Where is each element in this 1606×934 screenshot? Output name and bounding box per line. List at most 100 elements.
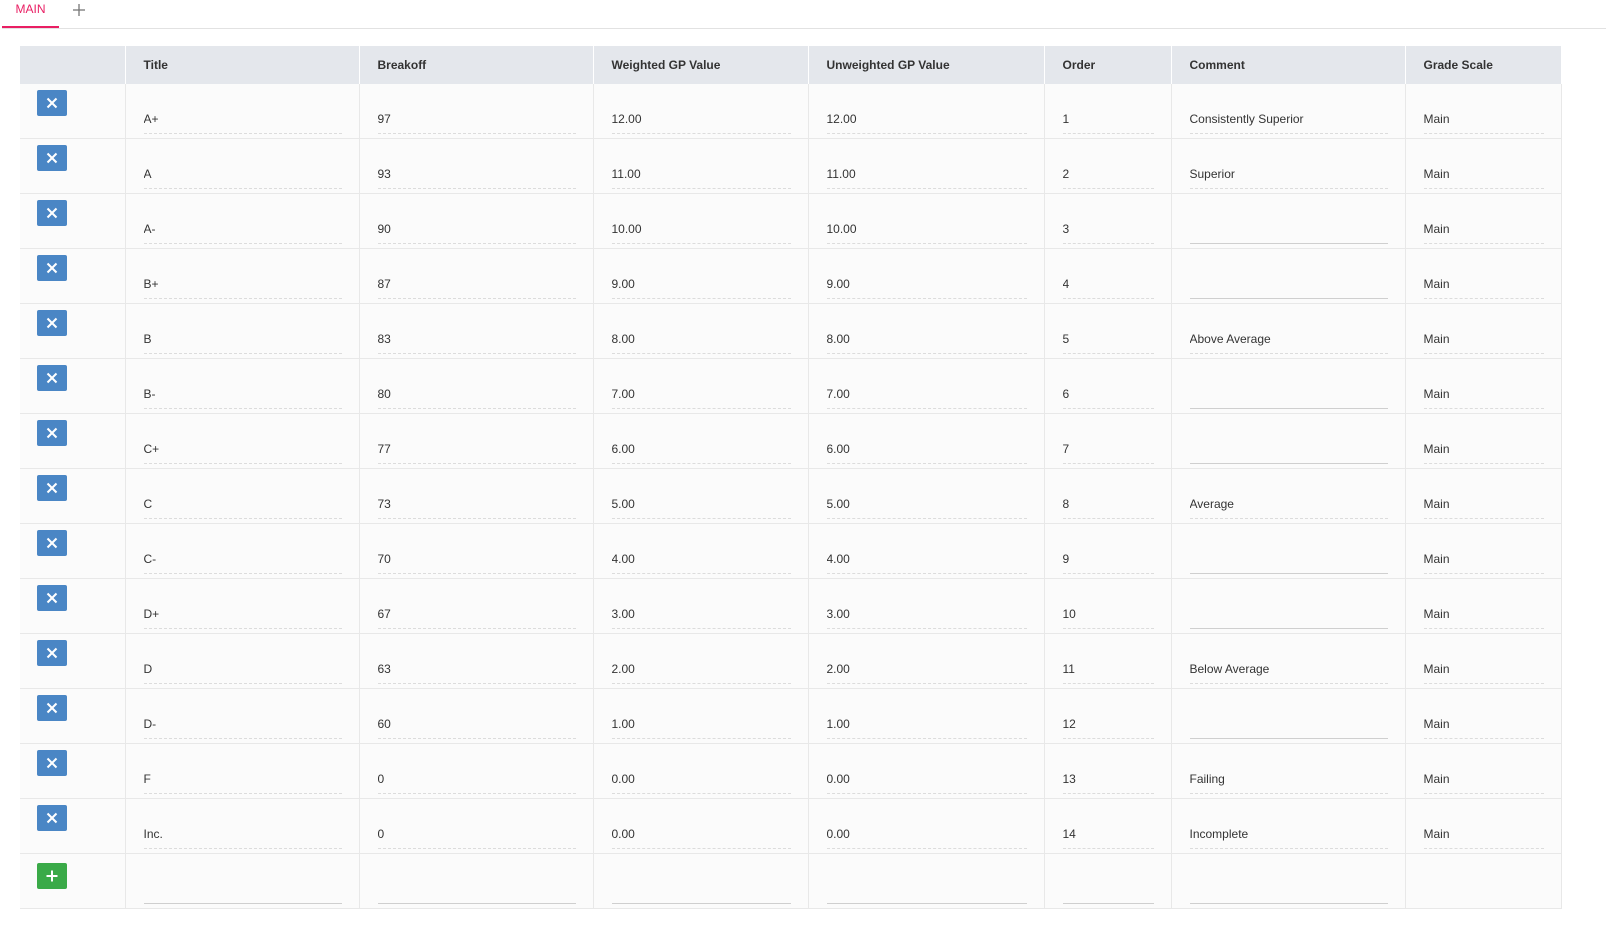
new-order-input[interactable] [1062, 875, 1154, 904]
add-tab-button[interactable] [72, 0, 90, 20]
breakoff-field[interactable]: 80 [377, 380, 576, 409]
grade-scale-field[interactable]: Main [1423, 820, 1544, 849]
new-title-input[interactable] [143, 875, 342, 904]
comment-field[interactable]: Average [1189, 490, 1388, 519]
breakoff-field[interactable]: 93 [377, 160, 576, 189]
comment-field[interactable] [1189, 435, 1388, 464]
weighted-gp-field[interactable]: 10.00 [611, 215, 791, 244]
title-field[interactable]: Inc. [143, 820, 342, 849]
unweighted-gp-field[interactable]: 4.00 [826, 545, 1027, 574]
weighted-gp-field[interactable]: 1.00 [611, 710, 791, 739]
breakoff-field[interactable]: 0 [377, 820, 576, 849]
delete-row-button[interactable] [37, 695, 67, 721]
title-field[interactable]: A- [143, 215, 342, 244]
unweighted-gp-field[interactable]: 0.00 [826, 820, 1027, 849]
breakoff-field[interactable]: 90 [377, 215, 576, 244]
weighted-gp-field[interactable]: 2.00 [611, 655, 791, 684]
breakoff-field[interactable]: 0 [377, 765, 576, 794]
order-field[interactable]: 8 [1062, 490, 1154, 519]
breakoff-field[interactable]: 97 [377, 105, 576, 134]
breakoff-field[interactable]: 67 [377, 600, 576, 629]
unweighted-gp-field[interactable]: 2.00 [826, 655, 1027, 684]
weighted-gp-field[interactable]: 8.00 [611, 325, 791, 354]
delete-row-button[interactable] [37, 750, 67, 776]
new-weighted-input[interactable] [611, 875, 791, 904]
unweighted-gp-field[interactable]: 5.00 [826, 490, 1027, 519]
unweighted-gp-field[interactable]: 10.00 [826, 215, 1027, 244]
grade-scale-field[interactable]: Main [1423, 380, 1544, 409]
title-field[interactable]: D+ [143, 600, 342, 629]
breakoff-field[interactable]: 60 [377, 710, 576, 739]
grade-scale-field[interactable]: Main [1423, 655, 1544, 684]
order-field[interactable]: 2 [1062, 160, 1154, 189]
comment-field[interactable]: Failing [1189, 765, 1388, 794]
unweighted-gp-field[interactable]: 11.00 [826, 160, 1027, 189]
order-field[interactable]: 11 [1062, 655, 1154, 684]
weighted-gp-field[interactable]: 12.00 [611, 105, 791, 134]
unweighted-gp-field[interactable]: 6.00 [826, 435, 1027, 464]
title-field[interactable]: F [143, 765, 342, 794]
unweighted-gp-field[interactable]: 3.00 [826, 600, 1027, 629]
title-field[interactable]: B- [143, 380, 342, 409]
delete-row-button[interactable] [37, 420, 67, 446]
add-row-button[interactable] [37, 863, 67, 889]
weighted-gp-field[interactable]: 0.00 [611, 820, 791, 849]
breakoff-field[interactable]: 77 [377, 435, 576, 464]
new-breakoff-input[interactable] [377, 875, 576, 904]
order-field[interactable]: 4 [1062, 270, 1154, 299]
order-field[interactable]: 12 [1062, 710, 1154, 739]
column-header-title[interactable]: Title [125, 46, 360, 84]
comment-field[interactable] [1189, 710, 1388, 739]
title-field[interactable]: C- [143, 545, 342, 574]
column-header-unweighted-gp[interactable]: Unweighted GP Value [808, 46, 1045, 84]
unweighted-gp-field[interactable]: 12.00 [826, 105, 1027, 134]
comment-field[interactable]: Incomplete [1189, 820, 1388, 849]
delete-row-button[interactable] [37, 200, 67, 226]
comment-field[interactable] [1189, 600, 1388, 629]
weighted-gp-field[interactable]: 5.00 [611, 490, 791, 519]
title-field[interactable]: A [143, 160, 342, 189]
order-field[interactable]: 14 [1062, 820, 1154, 849]
breakoff-field[interactable]: 87 [377, 270, 576, 299]
unweighted-gp-field[interactable]: 8.00 [826, 325, 1027, 354]
column-header-comment[interactable]: Comment [1171, 46, 1406, 84]
delete-row-button[interactable] [37, 530, 67, 556]
delete-row-button[interactable] [37, 640, 67, 666]
order-field[interactable]: 5 [1062, 325, 1154, 354]
unweighted-gp-field[interactable]: 1.00 [826, 710, 1027, 739]
order-field[interactable]: 6 [1062, 380, 1154, 409]
delete-row-button[interactable] [37, 805, 67, 831]
delete-row-button[interactable] [37, 365, 67, 391]
delete-row-button[interactable] [37, 255, 67, 281]
weighted-gp-field[interactable]: 9.00 [611, 270, 791, 299]
new-unweighted-input[interactable] [826, 875, 1027, 904]
delete-row-button[interactable] [37, 145, 67, 171]
new-scale-input[interactable] [1424, 875, 1544, 903]
comment-field[interactable]: Consistently Superior [1189, 105, 1388, 134]
title-field[interactable]: B [143, 325, 342, 354]
grade-scale-field[interactable]: Main [1423, 160, 1544, 189]
title-field[interactable]: A+ [143, 105, 342, 134]
weighted-gp-field[interactable]: 3.00 [611, 600, 791, 629]
title-field[interactable]: D- [143, 710, 342, 739]
breakoff-field[interactable]: 83 [377, 325, 576, 354]
delete-row-button[interactable] [37, 475, 67, 501]
grade-scale-field[interactable]: Main [1423, 710, 1544, 739]
grade-scale-field[interactable]: Main [1423, 105, 1544, 134]
grade-scale-field[interactable]: Main [1423, 545, 1544, 574]
grade-scale-field[interactable]: Main [1423, 765, 1544, 794]
delete-row-button[interactable] [37, 585, 67, 611]
delete-row-button[interactable] [37, 90, 67, 116]
title-field[interactable]: C [143, 490, 342, 519]
weighted-gp-field[interactable]: 6.00 [611, 435, 791, 464]
weighted-gp-field[interactable]: 4.00 [611, 545, 791, 574]
grade-scale-field[interactable]: Main [1423, 435, 1544, 464]
title-field[interactable]: D [143, 655, 342, 684]
column-header-grade-scale[interactable]: Grade Scale [1405, 46, 1562, 84]
column-header-order[interactable]: Order [1044, 46, 1172, 84]
title-field[interactable]: C+ [143, 435, 342, 464]
order-field[interactable]: 7 [1062, 435, 1154, 464]
grade-scale-field[interactable]: Main [1423, 270, 1544, 299]
new-comment-input[interactable] [1189, 875, 1388, 904]
weighted-gp-field[interactable]: 0.00 [611, 765, 791, 794]
